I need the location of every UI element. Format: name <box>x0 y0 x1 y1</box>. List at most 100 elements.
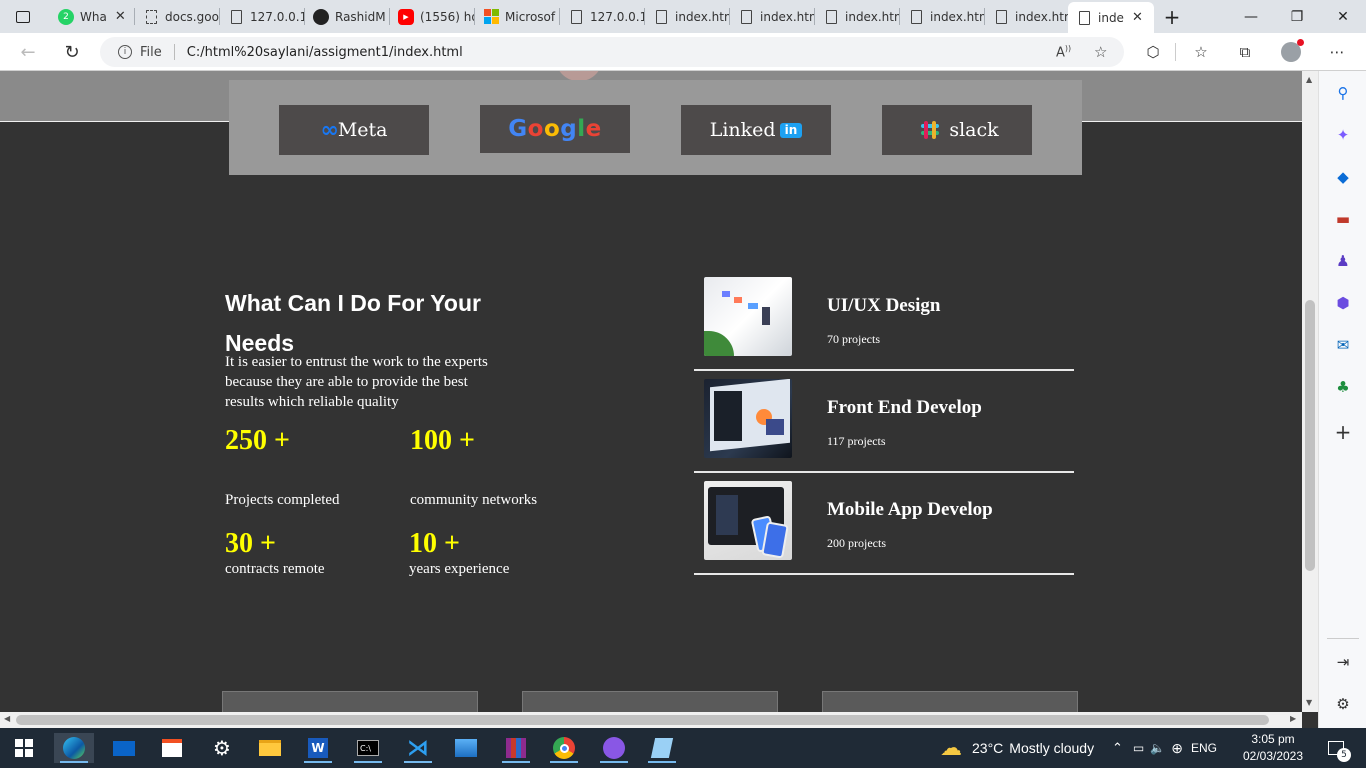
new-tab-button[interactable]: + <box>1154 0 1190 33</box>
scrollbar-thumb[interactable] <box>1305 300 1315 571</box>
scroll-up-icon[interactable]: ▲ <box>1306 75 1312 84</box>
tab-label: index.htm <box>1015 9 1068 24</box>
vertical-scrollbar[interactable]: ▲ ▼ <box>1302 71 1318 712</box>
photos-icon[interactable] <box>446 733 486 763</box>
stat-contracts-label: contracts remote <box>225 561 325 577</box>
tab-localhost-1[interactable]: 127.0.0.1 <box>220 4 305 29</box>
office-icon[interactable]: ⬢ <box>1332 292 1354 314</box>
scroll-left-icon[interactable]: ◀ <box>4 714 10 723</box>
weather-temp: 23°C <box>972 740 1004 756</box>
service-count: 70 projects <box>827 332 880 346</box>
tools-icon[interactable]: ▬ <box>1332 208 1354 230</box>
clock[interactable]: 3:05 pm 02/03/2023 <box>1240 731 1306 765</box>
speaker-icon[interactable]: 🔈 <box>1150 741 1165 755</box>
settings-taskbar-icon[interactable]: ⚙ <box>202 733 242 763</box>
back-arrow-icon[interactable]: ← <box>16 41 40 63</box>
vscode-icon[interactable]: ⋊ <box>398 733 438 763</box>
read-aloud-icon[interactable]: A)) <box>1056 44 1071 60</box>
page-icon <box>228 9 244 25</box>
language-indicator[interactable]: ENG <box>1191 741 1217 755</box>
service-mobile-image <box>704 481 792 560</box>
tab-label: Wha <box>80 9 107 24</box>
service-count: 117 projects <box>827 434 886 448</box>
windows-start-icon[interactable] <box>4 733 44 763</box>
favorites-icon[interactable]: ☆ <box>1190 41 1212 63</box>
file-explorer-icon[interactable] <box>250 733 290 763</box>
tab-github[interactable]: RashidM <box>305 4 390 29</box>
stat-projects-label: Projects completed <box>225 492 340 508</box>
word-icon[interactable]: W <box>298 733 338 763</box>
settings-gear-icon[interactable]: ⚙ <box>1332 693 1354 715</box>
notifications-icon[interactable]: 5 <box>1316 733 1356 763</box>
service-mobile[interactable]: Mobile App Develop 200 projects <box>694 473 1074 575</box>
tab-label: 127.0.0.1 <box>250 9 305 24</box>
mail-icon[interactable] <box>104 733 144 763</box>
weather-widget[interactable]: ☁ 23°C Mostly cloudy <box>940 728 1094 768</box>
chrome-icon[interactable] <box>544 733 584 763</box>
network-globe-icon[interactable]: ⊕ <box>1171 740 1183 757</box>
tree-icon[interactable]: ♣ <box>1332 376 1354 398</box>
info-icon[interactable]: i <box>118 45 132 59</box>
tab-index-5[interactable]: index.htm <box>985 4 1068 29</box>
service-frontend[interactable]: Front End Develop 117 projects <box>694 371 1074 473</box>
services-heading: What Can I Do For Your Needs <box>225 290 481 356</box>
refresh-icon[interactable]: ↻ <box>60 41 84 63</box>
github-desktop-icon[interactable] <box>594 733 634 763</box>
scroll-down-icon[interactable]: ▼ <box>1306 698 1312 707</box>
tab-whatsapp[interactable]: 2 Wha ✕ <box>50 4 135 29</box>
stat-years-label: years experience <box>409 561 510 577</box>
outlook-icon[interactable]: ✉ <box>1332 334 1354 356</box>
service-uiux[interactable]: UI/UX Design 70 projects <box>694 269 1074 371</box>
tab-youtube[interactable]: ▶ (1556) ho <box>390 4 475 29</box>
weather-condition: Mostly cloudy <box>1009 740 1095 756</box>
edge-taskbar-icon[interactable] <box>54 733 94 763</box>
tab-index-active[interactable]: inde ✕ <box>1068 2 1154 33</box>
minimize-button[interactable]: — <box>1228 0 1274 33</box>
address-bar[interactable]: i File C:/html%20saylani/assigment1/inde… <box>100 37 1124 67</box>
tab-index-3[interactable]: index.htm <box>815 4 900 29</box>
tab-docs[interactable]: docs.goo <box>135 4 220 29</box>
restore-button[interactable]: ❐ <box>1274 0 1320 33</box>
page-icon <box>823 9 839 25</box>
terminal-icon[interactable]: C:\ <box>348 733 388 763</box>
close-tab-icon[interactable]: ✕ <box>115 9 126 24</box>
copilot-icon[interactable]: ✦ <box>1332 124 1354 146</box>
tab-label: (1556) ho <box>420 9 475 24</box>
tab-index-4[interactable]: index.htm <box>900 4 985 29</box>
extensions-icon[interactable]: ⬡ <box>1142 41 1164 63</box>
tab-microsoft[interactable]: Microsof <box>475 4 560 29</box>
shopping-tag-icon[interactable]: ◆ <box>1332 166 1354 188</box>
winrar-icon[interactable] <box>496 733 536 763</box>
scroll-right-icon[interactable]: ▶ <box>1290 714 1296 723</box>
add-sidebar-app-icon[interactable]: + <box>1332 420 1354 444</box>
hide-sidebar-icon[interactable]: ⇥ <box>1332 651 1354 673</box>
microsoft-icon <box>483 8 499 25</box>
profile-avatar[interactable] <box>1280 39 1304 63</box>
horizontal-scrollbar[interactable]: ◀ ▶ <box>0 712 1302 728</box>
next-section-card <box>222 691 478 712</box>
chevron-up-icon[interactable]: ⌃ <box>1112 740 1123 756</box>
service-frontend-image <box>704 379 792 458</box>
add-favorite-icon[interactable]: ☆ <box>1094 43 1107 61</box>
close-window-button[interactable]: ✕ <box>1320 0 1366 33</box>
close-tab-icon[interactable]: ✕ <box>1132 10 1143 25</box>
collections-icon[interactable]: ⧉ <box>1234 41 1256 63</box>
notepad-icon[interactable] <box>642 733 682 763</box>
scrollbar-thumb[interactable] <box>16 715 1269 725</box>
windows-taskbar: ⚙ W C:\ ⋊ ☁ 23°C Mostly cloudy ⌃ ▭ 🔈 ⊕ E… <box>0 728 1366 768</box>
more-menu-icon[interactable]: ⋯ <box>1326 41 1348 63</box>
linkedin-in-badge: in <box>779 122 803 138</box>
whatsapp-icon: 2 <box>58 8 74 25</box>
tab-actions-icon[interactable] <box>0 0 46 33</box>
tab-localhost-2[interactable]: 127.0.0.1 <box>560 4 645 29</box>
tab-index-2[interactable]: index.htm <box>730 4 815 29</box>
tab-index-1[interactable]: index.htm <box>645 4 730 29</box>
brand-slack: slack <box>882 105 1032 155</box>
next-section-card <box>522 691 778 712</box>
battery-icon[interactable]: ▭ <box>1133 741 1144 755</box>
url-text[interactable]: C:/html%20saylani/assigment1/index.html <box>187 45 463 60</box>
store-icon[interactable] <box>152 733 192 763</box>
games-icon[interactable]: ♟ <box>1332 250 1354 272</box>
stat-years-value: 10 + <box>409 528 460 559</box>
search-icon[interactable]: ⚲ <box>1332 82 1354 104</box>
